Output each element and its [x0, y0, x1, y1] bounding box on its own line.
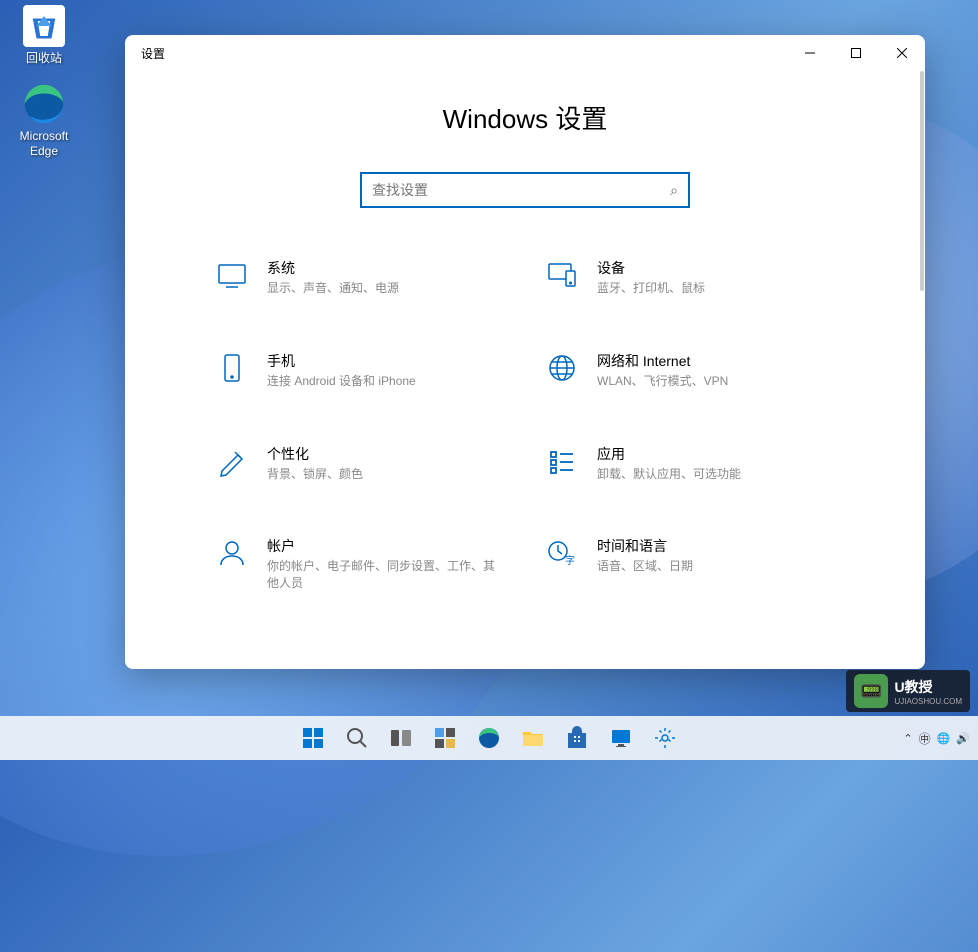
setting-title: 手机: [267, 351, 505, 371]
minimize-button[interactable]: [787, 37, 833, 69]
settings-time[interactable]: 字 时间和语言 语音、区域、日期: [545, 536, 835, 592]
tray-ime-icon[interactable]: ㊥: [919, 730, 931, 747]
watermark-url: UJIAOSHOU.COM: [894, 697, 962, 706]
recycle-bin-label: 回收站: [10, 51, 78, 65]
close-button[interactable]: [879, 37, 925, 69]
setting-title: 时间和语言: [597, 536, 835, 556]
settings-phone[interactable]: 手机 连接 Android 设备和 iPhone: [215, 351, 505, 390]
edge-label: Microsoft Edge: [10, 129, 78, 158]
watermark-text: U教授: [894, 677, 962, 697]
watermark-badge-icon: 📟: [854, 674, 888, 708]
settings-system[interactable]: 系统 显示、声音、通知、电源: [215, 258, 505, 297]
settings-grid: 系统 显示、声音、通知、电源 设备 蓝牙、打印机、鼠标 手机 连接 Androi…: [215, 258, 835, 592]
store-taskbar[interactable]: [557, 718, 597, 758]
setting-desc: 蓝牙、打印机、鼠标: [597, 280, 835, 297]
search-icon: ⌕: [670, 182, 678, 199]
settings-network[interactable]: 网络和 Internet WLAN、飞行模式、VPN: [545, 351, 835, 390]
setting-title: 帐户: [267, 536, 505, 556]
widgets-button[interactable]: [425, 718, 465, 758]
search-box[interactable]: ⌕: [360, 172, 690, 208]
system-icon: [215, 258, 249, 292]
watermark: 📟 U教授 UJIAOSHOU.COM: [846, 670, 970, 712]
search-input[interactable]: [372, 182, 670, 198]
settings-taskbar[interactable]: [645, 718, 685, 758]
setting-desc: 语音、区域、日期: [597, 558, 835, 575]
edge-icon: [23, 83, 65, 125]
desktop-icons-area: 回收站 Microsoft Edge: [10, 5, 78, 176]
settings-devices[interactable]: 设备 蓝牙、打印机、鼠标: [545, 258, 835, 297]
setting-desc: 卸载、默认应用、可选功能: [597, 466, 835, 483]
setting-desc: 显示、声音、通知、电源: [267, 280, 505, 297]
time-icon: 字: [545, 536, 579, 570]
recycle-bin-icon: [23, 5, 65, 47]
tray-chevron-icon[interactable]: ⌃: [903, 732, 912, 745]
network-icon: [545, 351, 579, 385]
taskbar[interactable]: ⌃ ㊥ 🌐 🔊: [0, 716, 978, 760]
recycle-bin[interactable]: 回收站: [10, 5, 78, 65]
setting-title: 设备: [597, 258, 835, 278]
page-title: Windows 设置: [443, 99, 608, 136]
accounts-icon: [215, 536, 249, 570]
search-button[interactable]: [337, 718, 377, 758]
setting-title: 应用: [597, 444, 835, 464]
edge-browser[interactable]: Microsoft Edge: [10, 83, 78, 158]
start-button[interactable]: [293, 718, 333, 758]
settings-personalization[interactable]: 个性化 背景、锁屏、颜色: [215, 444, 505, 483]
devices-icon: [545, 258, 579, 292]
setting-desc: 背景、锁屏、颜色: [267, 466, 505, 483]
maximize-button[interactable]: [833, 37, 879, 69]
explorer-taskbar[interactable]: [513, 718, 553, 758]
window-title: 设置: [141, 45, 787, 62]
setting-desc: 你的帐户、电子邮件、同步设置、工作、其他人员: [267, 558, 505, 592]
settings-apps[interactable]: 应用 卸载、默认应用、可选功能: [545, 444, 835, 483]
phone-icon: [215, 351, 249, 385]
setting-desc: WLAN、飞行模式、VPN: [597, 373, 835, 390]
window-titlebar[interactable]: 设置: [125, 35, 925, 71]
settings-body: Windows 设置 ⌕ 系统 显示、声音、通知、电源 设备 蓝牙、打印机、鼠标: [125, 71, 925, 669]
personalization-icon: [215, 444, 249, 478]
svg-text:字: 字: [565, 554, 575, 567]
tray-volume-icon[interactable]: 🔊: [956, 732, 970, 745]
task-view-button[interactable]: [381, 718, 421, 758]
edge-taskbar[interactable]: [469, 718, 509, 758]
system-tray[interactable]: ⌃ ㊥ 🌐 🔊: [903, 730, 970, 747]
window-controls: [787, 37, 925, 69]
settings-window: 设置 Windows 设置 ⌕ 系统 显示、声音、通知、电源: [125, 35, 925, 669]
setting-title: 系统: [267, 258, 505, 278]
apps-icon: [545, 444, 579, 478]
setting-desc: 连接 Android 设备和 iPhone: [267, 373, 505, 390]
tray-network-icon[interactable]: 🌐: [937, 732, 951, 745]
setting-title: 网络和 Internet: [597, 351, 835, 371]
setting-title: 个性化: [267, 444, 505, 464]
taskbar-center: [293, 718, 685, 758]
monitor-taskbar[interactable]: [601, 718, 641, 758]
settings-accounts[interactable]: 帐户 你的帐户、电子邮件、同步设置、工作、其他人员: [215, 536, 505, 592]
